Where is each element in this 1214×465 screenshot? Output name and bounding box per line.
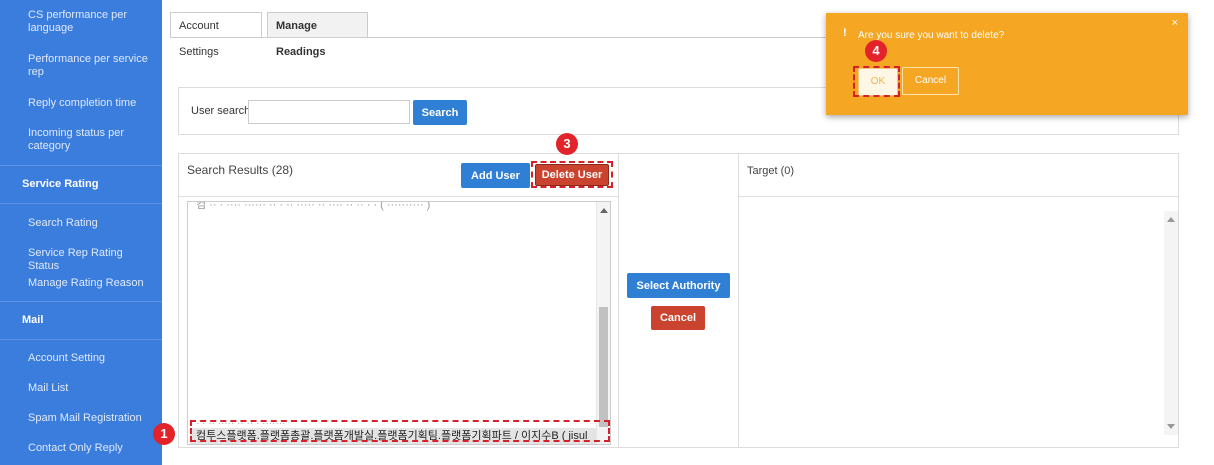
- sidebar-item-cs-performance-per-language[interactable]: CS performance per language: [28, 9, 156, 35]
- delete-confirm-dialog: ! Are you sure you want to delete? × OK …: [826, 13, 1188, 115]
- user-search-input[interactable]: [248, 100, 410, 124]
- sidebar-section-service-rating[interactable]: Service Rating: [22, 178, 98, 190]
- tab-account-settings[interactable]: Account Settings: [170, 12, 262, 58]
- sidebar-divider: [0, 339, 162, 340]
- annotation-marker-1: 1: [153, 423, 175, 445]
- tab-manage-readings[interactable]: Manage Readings: [267, 12, 368, 58]
- annotation-marker-3: 3: [556, 133, 578, 155]
- sidebar-item-mail-list[interactable]: Mail List: [28, 382, 156, 395]
- results-divider: [179, 196, 618, 197]
- cancel-button[interactable]: Cancel: [651, 306, 705, 330]
- close-icon[interactable]: ×: [1172, 17, 1178, 29]
- target-scrollbar[interactable]: [1164, 211, 1178, 435]
- search-results-title: Search Results (28): [187, 163, 294, 177]
- search-button[interactable]: Search: [413, 100, 467, 125]
- user-search-label: User search: [191, 105, 251, 117]
- target-panel: Target (0): [738, 153, 1179, 448]
- select-authority-button[interactable]: Select Authority: [627, 273, 730, 298]
- scroll-thumb[interactable]: [599, 307, 608, 427]
- add-user-button[interactable]: Add User: [461, 163, 530, 188]
- sidebar-item-manage-rating-reason[interactable]: Manage Rating Reason: [28, 277, 156, 290]
- warning-icon: !: [843, 27, 847, 39]
- scroll-up-arrow-icon[interactable]: [600, 208, 608, 213]
- sidebar-item-contact-only-reply[interactable]: Contact Only Reply: [28, 442, 156, 455]
- annotation-box-4: [853, 66, 900, 97]
- list-scrollbar[interactable]: [596, 202, 610, 444]
- sidebar-divider: [0, 301, 162, 302]
- sidebar-item-spam-mail-registration[interactable]: Spam Mail Registration: [28, 412, 156, 425]
- sidebar-item-reply-completion-time[interactable]: Reply completion time: [28, 97, 156, 110]
- dialog-cancel-button[interactable]: Cancel: [902, 67, 959, 95]
- sidebar-section-mail[interactable]: Mail: [22, 314, 43, 326]
- sidebar: CS performance per language Performance …: [0, 0, 162, 465]
- target-title: Target (0): [747, 165, 795, 177]
- sidebar-divider: [0, 165, 162, 166]
- search-results-panel: Search Results (28) Add User Delete User…: [178, 153, 619, 448]
- authority-controls: Select Authority Cancel: [619, 153, 738, 448]
- sidebar-item-incoming-status-per-category[interactable]: Incoming status per category: [28, 127, 156, 153]
- annotation-marker-4: 4: [865, 40, 887, 62]
- sidebar-item-account-setting[interactable]: Account Setting: [28, 352, 156, 365]
- sidebar-divider: [0, 203, 162, 204]
- sidebar-item-performance-per-service-rep[interactable]: Performance per service rep: [28, 53, 156, 79]
- scroll-down-arrow-icon[interactable]: [1167, 424, 1175, 429]
- annotation-box-3: [531, 161, 613, 188]
- sidebar-item-service-rep-rating-status[interactable]: Service Rep Rating Status: [28, 247, 156, 273]
- sidebar-item-search-rating[interactable]: Search Rating: [28, 217, 156, 230]
- annotation-box-1: [190, 420, 610, 442]
- list-item-partial[interactable]: 컴 ·· · ···· ······ ·· · ·· ····· ·· ····…: [196, 202, 430, 212]
- target-divider: [739, 196, 1178, 197]
- scroll-up-arrow-icon[interactable]: [1167, 217, 1175, 222]
- user-listbox[interactable]: 컴 ·· · ···· ······ ·· · ·· ····· ·· ····…: [187, 201, 611, 445]
- dialog-message: Are you sure you want to delete?: [858, 30, 1005, 41]
